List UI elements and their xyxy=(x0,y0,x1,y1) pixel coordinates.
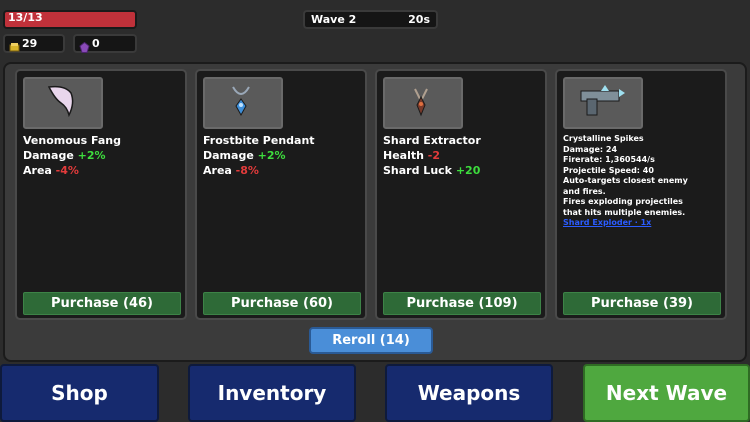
weapon-stat-line: Projectile Speed: 40 xyxy=(563,165,654,175)
spike-gun-icon xyxy=(580,85,625,116)
item-thumbnail xyxy=(23,77,103,129)
weapon-stat-line: Firerate: 1,360544/s xyxy=(563,155,655,164)
shop-card-shard-extractor: Shard Extractor Health -2 Shard Luck +20… xyxy=(375,69,547,320)
purchase-button[interactable]: Purchase (60) xyxy=(203,292,361,315)
purchase-button[interactable]: Purchase (39) xyxy=(563,292,721,315)
fang-icon xyxy=(47,85,74,118)
reroll-button[interactable]: Reroll (14) xyxy=(309,327,433,354)
health-text: 13/13 xyxy=(8,11,43,24)
coin-counter: 29 xyxy=(3,34,65,53)
item-thumbnail xyxy=(203,77,283,129)
item-stat: Damage +2% xyxy=(23,149,106,162)
shop-card-venomous-fang: Venomous Fang Damage +2% Area -4% Purcha… xyxy=(15,69,187,320)
coin-icon xyxy=(9,38,20,52)
item-thumbnail xyxy=(563,77,643,129)
weapon-description: Fires exploding projectiles xyxy=(563,197,683,206)
item-name: Venomous Fang xyxy=(23,134,121,147)
shop-card-frostbite-pendant: Frostbite Pendant Damage +2% Area -8% Pu… xyxy=(195,69,367,320)
item-name: Crystalline Spikes xyxy=(563,134,644,143)
gem-count: 0 xyxy=(92,37,100,50)
item-name: Frostbite Pendant xyxy=(203,134,315,147)
extractor-icon xyxy=(414,88,428,117)
inventory-button[interactable]: Inventory xyxy=(188,364,356,422)
item-stat: Damage +2% xyxy=(203,149,286,162)
wave-label: Wave 2 xyxy=(311,13,357,26)
weapon-description: Auto-targets closest enemy xyxy=(563,176,688,185)
item-stat: Health -2 xyxy=(383,149,441,162)
weapon-stat-line: Damage: 24 xyxy=(563,144,618,154)
next-wave-button[interactable]: Next Wave xyxy=(583,364,750,422)
weapon-upgrade-link[interactable]: Shard Exploder · 1x xyxy=(563,218,723,229)
shop-card-crystalline-spikes: Crystalline Spikes Damage: 24 Firerate: … xyxy=(555,69,727,320)
item-stat: Shard Luck +20 xyxy=(383,164,481,177)
item-thumbnail xyxy=(383,77,463,129)
coin-count: 29 xyxy=(22,37,38,50)
wave-timer: 20s xyxy=(408,13,430,26)
weapon-description: that hits multiple enemies. xyxy=(563,207,686,217)
wave-indicator: Wave 2 20s xyxy=(303,10,438,29)
purchase-button[interactable]: Purchase (46) xyxy=(23,292,181,315)
pendant-icon xyxy=(232,86,250,117)
purchase-button[interactable]: Purchase (109) xyxy=(383,292,541,315)
gem-icon xyxy=(79,38,90,53)
weapon-description: and fires. xyxy=(563,186,606,196)
shop-button[interactable]: Shop xyxy=(0,364,159,422)
weapons-button[interactable]: Weapons xyxy=(385,364,553,422)
item-stat: Area -4% xyxy=(23,164,79,177)
gem-counter: 0 xyxy=(73,34,137,53)
item-stat: Area -8% xyxy=(203,164,259,177)
item-name: Shard Extractor xyxy=(383,134,481,147)
